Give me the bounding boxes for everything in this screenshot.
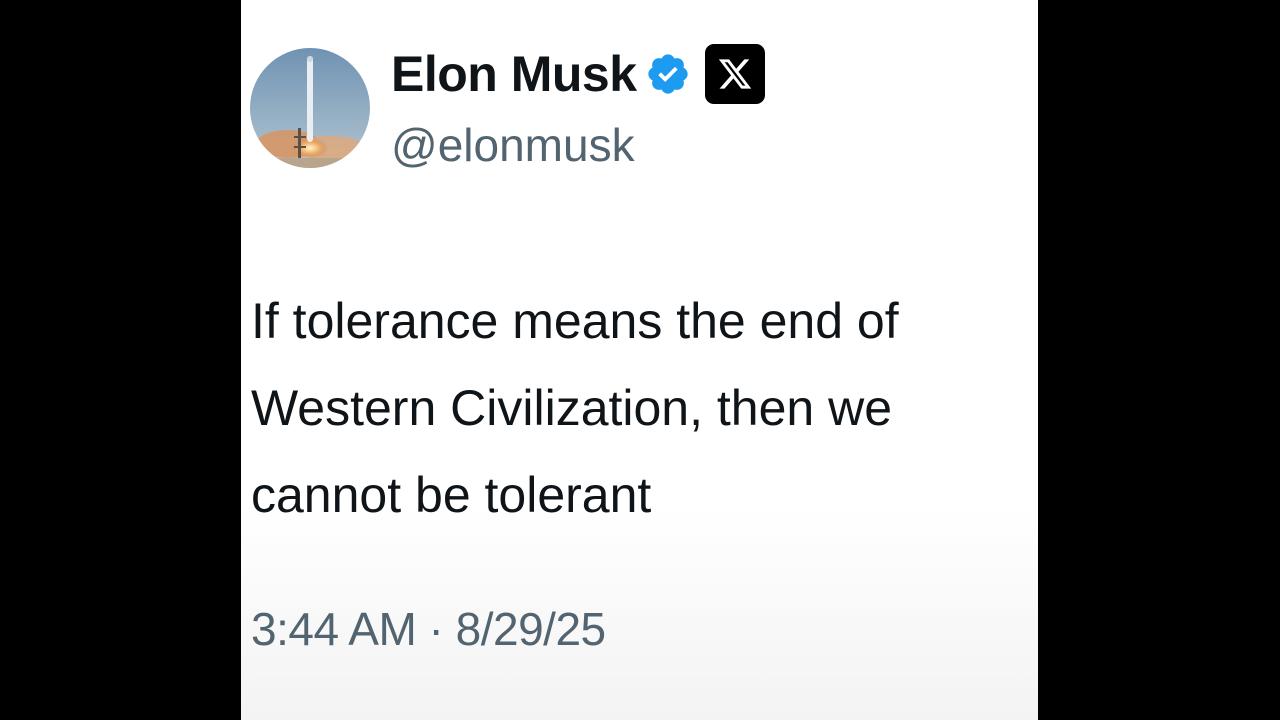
x-logo-icon[interactable]: [704, 44, 765, 104]
rocket-launch-avatar-icon: [250, 48, 370, 168]
author-handle[interactable]: @elonmusk: [391, 118, 635, 172]
tweet-text-line: Western Civilization, then we: [251, 380, 893, 436]
verified-badge-icon: [647, 54, 688, 94]
video-frame: Elon Musk @elonmusk If tolerance means t…: [0, 0, 1280, 720]
tweet-timestamp[interactable]: 3:44 AM · 8/29/25: [251, 602, 606, 656]
x-logo-glyph-icon: [718, 59, 751, 89]
tweet-card: Elon Musk @elonmusk If tolerance means t…: [241, 0, 1038, 720]
author-name-row: Elon Musk: [391, 42, 765, 106]
tweet-text-line: If tolerance means the end of: [251, 293, 899, 349]
tweet-text: If tolerance means the end of Western Ci…: [251, 278, 1041, 539]
avatar[interactable]: [250, 48, 370, 168]
author-display-name[interactable]: Elon Musk: [391, 45, 637, 103]
tweet-text-line: cannot be tolerant: [251, 467, 652, 523]
